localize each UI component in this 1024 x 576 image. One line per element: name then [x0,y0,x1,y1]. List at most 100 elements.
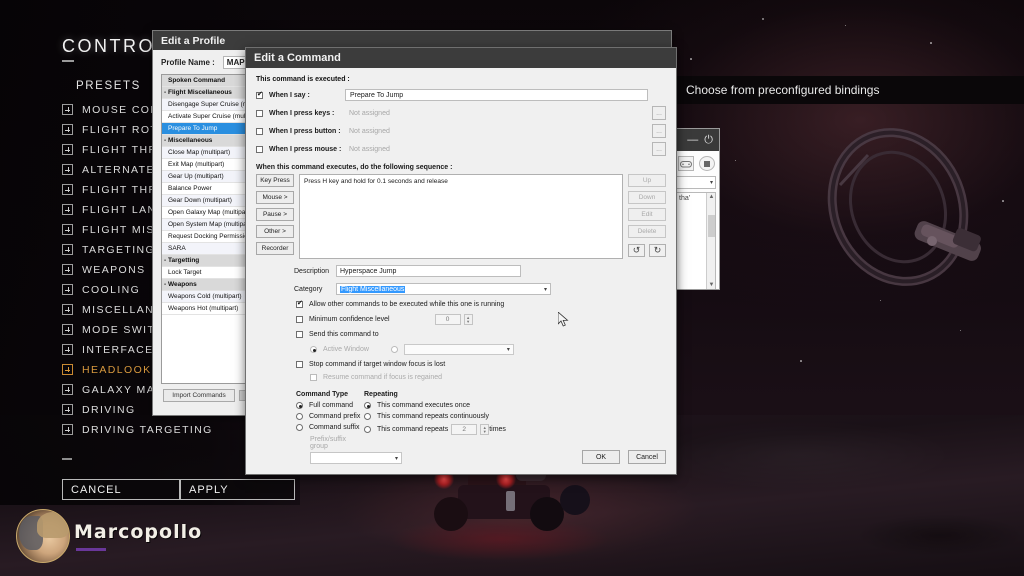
command-type-option-2[interactable]: Command suffix [296,424,364,431]
command-type-option-1[interactable]: Command prefix [296,413,364,420]
command-list-item-selected[interactable]: Prepare To Jump [162,123,250,135]
sequence-button-recorder[interactable]: Recorder [256,242,294,255]
min-confidence-checkbox[interactable] [296,316,303,323]
command-type-radio-2[interactable] [296,424,303,431]
ok-button[interactable]: OK [582,450,620,464]
scroll-up-icon[interactable]: ▲ [708,194,715,202]
cancel-button[interactable]: CANCEL [62,479,180,500]
expand-icon[interactable] [62,324,73,335]
expand-icon[interactable] [62,244,73,255]
resume-focus-row[interactable]: Resume command if focus is regained [256,374,666,381]
trigger-value-0[interactable]: Prepare To Jump [345,89,648,101]
background-window-scrollbar[interactable]: ▲ ▼ [706,193,715,289]
scrollbar-thumb[interactable] [708,215,715,237]
expand-icon[interactable] [62,384,73,395]
command-list-item[interactable]: Flight Miscellaneous [162,87,250,99]
send-to-checkbox[interactable] [296,331,303,338]
repeat-count-stepper[interactable]: ▲ ▼ [480,424,490,435]
min-confidence-value[interactable]: 0 [434,314,461,325]
list-edit-button[interactable]: Edit [628,208,666,221]
command-list-item[interactable]: Request Docking Permission [162,231,250,243]
command-list-item[interactable]: Gear Up (multipart) [162,171,250,183]
expand-icon[interactable] [62,344,73,355]
expand-icon[interactable] [62,304,73,315]
expand-icon[interactable] [62,144,73,155]
expand-icon[interactable] [62,104,73,115]
controls-category-targeting[interactable]: TARGETING [62,240,155,259]
redo-icon[interactable]: ↻ [649,244,666,257]
resume-focus-checkbox[interactable] [310,374,317,381]
repeating-option-0[interactable]: This command executes once [364,402,666,409]
min-confidence-row[interactable]: Minimum confidence level 0 ▲ ▼ [256,314,666,325]
profile-command-list[interactable]: Spoken CommandFlight MiscellaneousDiseng… [161,74,251,384]
controls-category-driving-targeting[interactable]: DRIVING TARGETING [62,420,213,439]
list-delete-button[interactable]: Delete [628,225,666,238]
expand-icon[interactable] [62,204,73,215]
command-list-item[interactable]: SARA [162,243,250,255]
sequence-button-key-press[interactable]: Key Press [256,174,294,187]
expand-icon[interactable] [62,424,73,435]
command-list-item[interactable]: Targetting [162,255,250,267]
command-list-item[interactable]: Weapons Cold (multipart) [162,291,250,303]
browse-button-2[interactable]: ... [652,124,666,138]
specific-window-radio[interactable] [390,346,398,353]
trigger-value-1[interactable]: Not assigned [345,107,648,119]
controls-category-cooling[interactable]: COOLING [62,280,140,299]
command-list-item[interactable]: Open Galaxy Map (multipart) [162,207,250,219]
background-voiceattack-window[interactable]: — ⏻ ▾ tha' ▲ ▼ [672,128,720,290]
controls-category-galaxy-map[interactable]: GALAXY MAP [62,380,164,399]
allow-other-row[interactable]: Allow other commands to be executed whil… [256,299,666,308]
command-type-radio-1[interactable] [296,413,303,420]
list-down-button[interactable]: Down [628,191,666,204]
trigger-checkbox-3[interactable] [256,145,263,153]
command-list-item[interactable]: Lock Target [162,267,250,279]
stop-icon[interactable] [699,156,715,171]
list-up-button[interactable]: Up [628,174,666,187]
stop-focus-row[interactable]: Stop command if target window focus is l… [256,361,666,368]
expand-icon[interactable] [62,404,73,415]
expand-icon[interactable] [62,264,73,275]
background-window-dropdown[interactable]: ▾ [676,176,716,189]
target-window-select[interactable]: ▾ [403,344,514,355]
trigger-checkbox-1[interactable] [256,109,263,117]
import-commands-button[interactable]: Import Commands [163,389,235,402]
minimize-icon[interactable]: — [687,134,698,146]
trigger-value-2[interactable]: Not assigned [345,125,648,137]
power-icon[interactable]: ⏻ [704,134,713,147]
repeat-count-value[interactable]: 2 [451,424,478,435]
expand-icon[interactable] [62,284,73,295]
send-to-row[interactable]: Send this command to [256,331,666,338]
command-list-item[interactable]: Miscellaneous [162,135,250,147]
sequence-list[interactable]: Press H key and hold for 0.1 seconds and… [299,174,623,259]
expand-icon[interactable] [62,224,73,235]
min-confidence-stepper[interactable]: ▲ ▼ [463,314,473,325]
command-list-item[interactable]: Activate Super Cruise (multipart) [162,111,250,123]
cancel-button[interactable]: Cancel [628,450,666,464]
command-list-item[interactable]: Spoken Command [162,75,250,87]
trigger-checkbox-0[interactable] [256,90,263,99]
repeating-option-2[interactable]: This command repeats 2 ▲ ▼ times [364,424,666,435]
expand-icon[interactable] [62,124,73,135]
sequence-button-other-[interactable]: Other > [256,225,294,238]
browse-button-3[interactable]: ... [652,142,666,156]
command-list-item[interactable]: Close Map (multipart) [162,147,250,159]
allow-other-checkbox[interactable] [296,299,303,308]
controls-category-driving[interactable]: DRIVING [62,400,136,419]
command-type-option-0[interactable]: Full command [296,402,364,409]
trigger-value-3[interactable]: Not assigned [345,143,648,155]
description-input[interactable]: Hyperspace Jump [336,265,521,277]
command-list-item[interactable]: Weapons [162,279,250,291]
apply-button[interactable]: APPLY [180,479,295,500]
expand-icon[interactable] [62,164,73,175]
command-list-item[interactable]: Balance Power [162,183,250,195]
command-list-item[interactable]: Disengage Super Cruise (multipart) [162,99,250,111]
command-type-radio-0[interactable] [296,402,303,409]
sequence-item[interactable]: Press H key and hold for 0.1 seconds and… [304,178,618,185]
command-list-item[interactable]: Gear Down (multipart) [162,195,250,207]
trigger-checkbox-2[interactable] [256,127,263,135]
sequence-button-mouse-[interactable]: Mouse > [256,191,294,204]
stop-focus-checkbox[interactable] [296,361,303,368]
repeating-radio-1[interactable] [364,413,371,420]
expand-icon[interactable] [62,184,73,195]
repeating-radio-2[interactable] [364,426,371,433]
